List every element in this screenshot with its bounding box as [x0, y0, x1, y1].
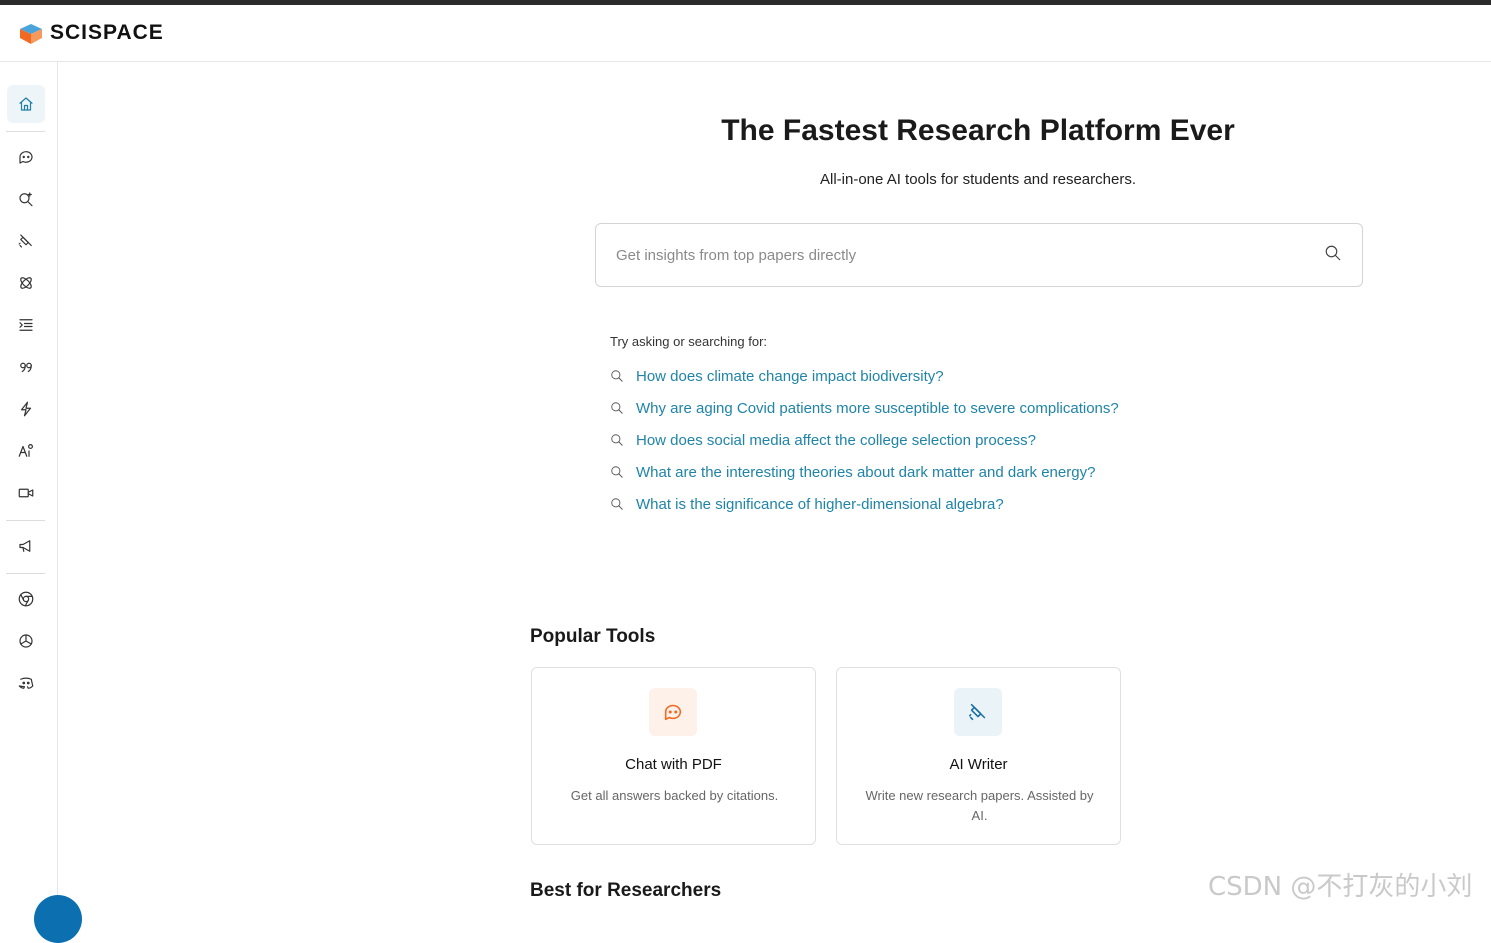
sidebar-item-ai-detector[interactable]	[7, 390, 45, 428]
extract-data-icon	[20, 277, 32, 289]
tool-card-ai-writer[interactable]: AI Writer Write new research papers. Ass…	[836, 667, 1121, 845]
watermark: CSDN @不打灰的小刘	[1208, 872, 1473, 902]
sidebar-divider	[6, 573, 45, 574]
popular-tools-heading: Popular Tools	[530, 626, 656, 647]
sidebar-divider	[6, 131, 45, 132]
scispace-logo[interactable]: SCISPACE	[18, 20, 164, 46]
ai-writer-icon	[968, 703, 986, 721]
tool-name: Chat with PDF	[625, 756, 722, 773]
paraphraser-icon	[19, 319, 33, 331]
tool-icon-box	[649, 688, 697, 736]
suggestions-label: Try asking or searching for:	[610, 334, 768, 349]
ai-writer-icon	[18, 234, 32, 248]
sidebar-divider	[6, 520, 45, 521]
literature-search-icon	[19, 192, 33, 207]
sidebar-item-ai-text[interactable]	[7, 432, 45, 470]
sidebar-item-discord[interactable]	[7, 664, 45, 702]
sidebar-item-ai-writer[interactable]	[7, 222, 45, 260]
tool-description: Get all answers backed by citations.	[570, 788, 779, 803]
home-icon	[19, 97, 33, 111]
suggestion-item[interactable]: How does climate change impact biodivers…	[610, 360, 1119, 392]
sidebar-item-chrome-extension[interactable]	[7, 580, 45, 618]
tool-icon-box	[954, 688, 1002, 736]
suggestion-link[interactable]: What is the significance of higher-dimen…	[636, 496, 1004, 513]
chat-pdf-icon	[19, 151, 33, 164]
citation-generator-icon	[20, 362, 32, 373]
suggestion-item[interactable]: Why are aging Covid patients more suscep…	[610, 392, 1119, 424]
sidebar-item-paraphraser[interactable]	[7, 306, 45, 344]
suggestion-link[interactable]: What are the interesting theories about …	[636, 464, 1095, 481]
suggestion-link[interactable]: How does climate change impact biodivers…	[636, 368, 944, 385]
search-icon	[611, 402, 623, 414]
sidebar-item-chat-pdf[interactable]	[7, 138, 45, 176]
best-for-researchers-heading: Best for Researchers	[530, 880, 722, 901]
app-header: SCISPACE	[0, 5, 1491, 62]
page-title: The Fastest Research Platform Ever	[721, 114, 1235, 147]
search-bar	[595, 223, 1363, 287]
sidebar-item-citation-generator[interactable]	[7, 348, 45, 386]
suggestion-link[interactable]: How does social media affect the college…	[636, 432, 1036, 449]
sidebar-item-home[interactable]	[7, 85, 45, 123]
suggestion-item[interactable]: What are the interesting theories about …	[610, 456, 1119, 488]
suggestion-link[interactable]: Why are aging Covid patients more suscep…	[636, 400, 1119, 417]
ai-text-icon	[18, 444, 33, 457]
scispace-logo-icon	[18, 20, 44, 46]
suggestion-item[interactable]: What is the significance of higher-dimen…	[610, 488, 1119, 520]
tool-card-chat-with-pdf[interactable]: Chat with PDF Get all answers backed by …	[531, 667, 816, 845]
tool-name: AI Writer	[949, 756, 1008, 773]
suggestion-item[interactable]: How does social media affect the college…	[610, 424, 1119, 456]
suggestion-list: How does climate change impact biodivers…	[610, 360, 1119, 520]
tool-description: Write new research papers. Assisted by A…	[865, 788, 1094, 823]
video-icon	[18, 488, 34, 498]
discord-icon	[18, 677, 34, 689]
brand-name: SCISPACE	[50, 21, 164, 44]
megaphone-icon	[19, 540, 31, 552]
main-content: The Fastest Research Platform Ever All-i…	[58, 62, 1491, 908]
search-button[interactable]	[1324, 244, 1342, 267]
chrome-icon	[18, 591, 34, 607]
search-icon	[611, 466, 623, 478]
sidebar-item-chatgpt-plugin[interactable]	[7, 622, 45, 660]
search-icon	[611, 498, 623, 510]
lightning-icon	[20, 401, 32, 417]
left-sidebar	[0, 62, 58, 908]
search-input[interactable]	[616, 246, 1324, 264]
chat-pdf-icon	[664, 704, 682, 721]
sidebar-item-literature-search[interactable]	[7, 180, 45, 218]
search-icon	[611, 434, 623, 446]
page-subtitle: All-in-one AI tools for students and res…	[820, 171, 1136, 188]
search-icon	[611, 370, 623, 382]
search-icon	[1325, 245, 1341, 260]
openai-icon	[19, 634, 33, 648]
sidebar-item-extract-data[interactable]	[7, 264, 45, 302]
sidebar-item-announcements[interactable]	[7, 527, 45, 565]
sidebar-item-video[interactable]	[7, 474, 45, 512]
